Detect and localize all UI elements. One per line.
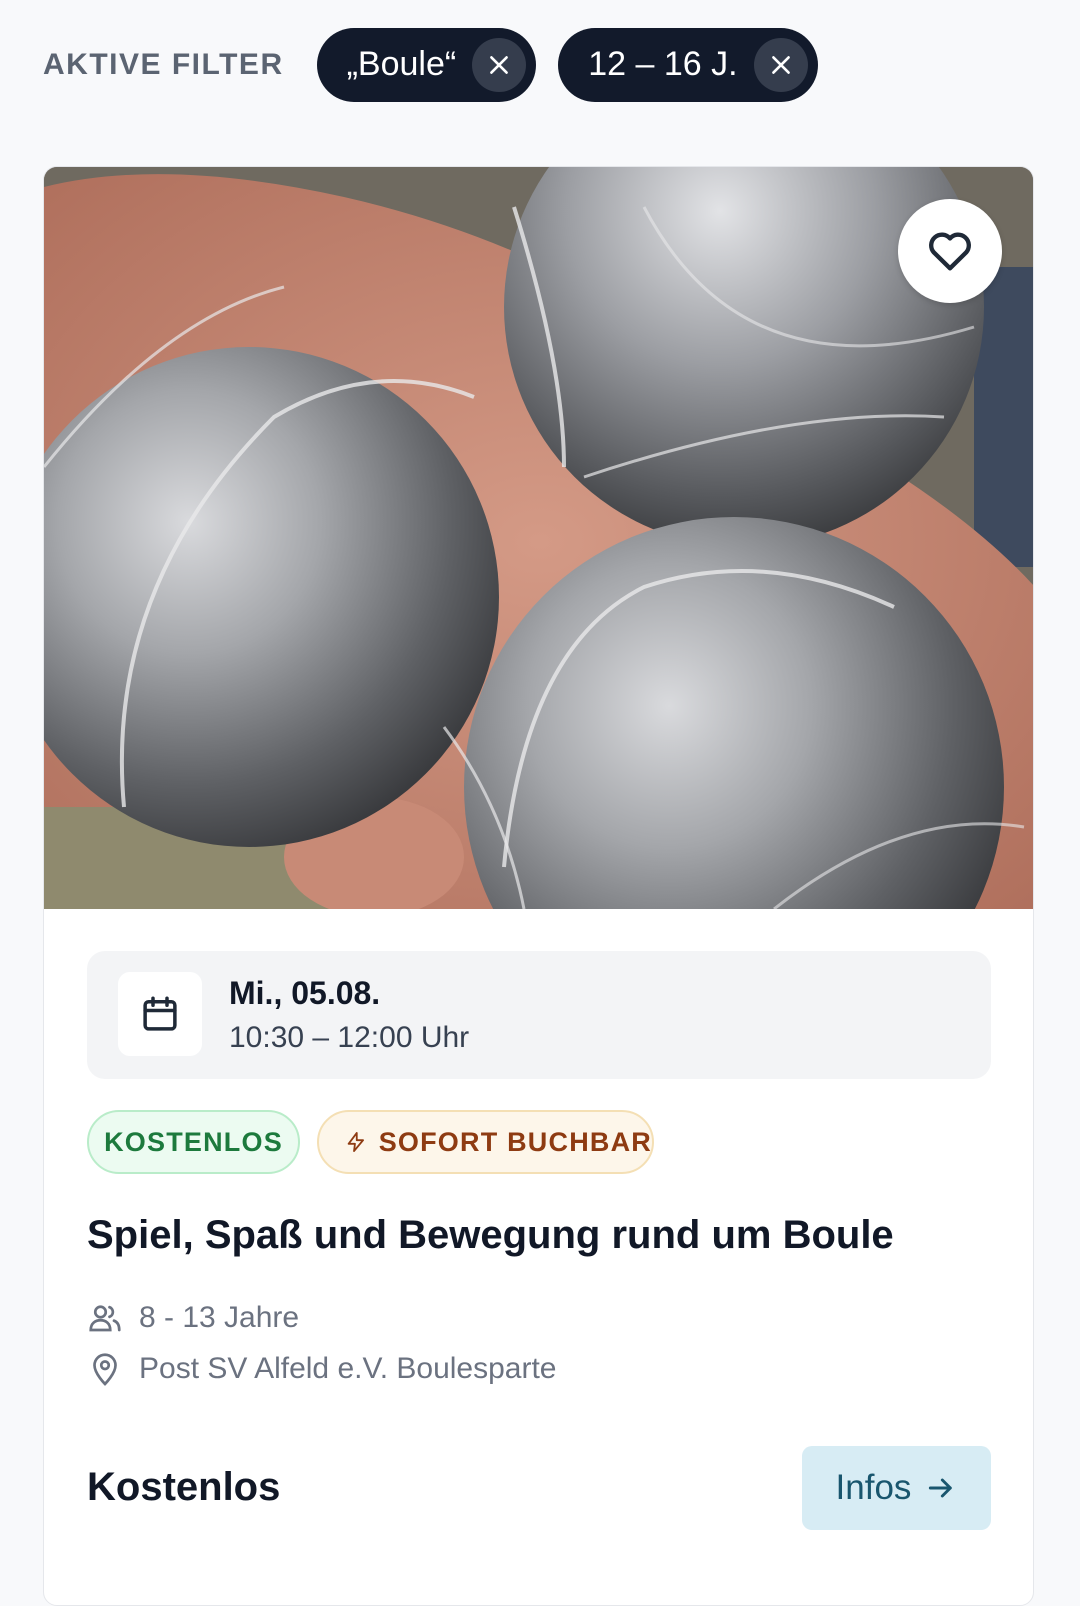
close-icon[interactable] — [472, 37, 527, 92]
event-location-row: Post SV Alfeld e.V. Boulesparte — [87, 1351, 557, 1387]
event-age-text: 8 - 13 Jahre — [139, 1301, 300, 1334]
active-filter-label: AKTIVE FILTER — [43, 47, 284, 81]
event-age-row: 8 - 13 Jahre — [87, 1300, 299, 1336]
infos-button[interactable]: Infos — [802, 1446, 991, 1530]
event-location-text: Post SV Alfeld e.V. Boulesparte — [139, 1352, 557, 1385]
heart-icon — [929, 232, 971, 271]
calendar-icon — [118, 972, 202, 1056]
free-badge-label: KOSTENLOS — [104, 1126, 283, 1157]
lightning-icon — [347, 1132, 364, 1152]
filter-chip-age[interactable]: 12 – 16 J. — [558, 27, 818, 102]
users-icon — [89, 1305, 121, 1332]
active-filter-bar: AKTIVE FILTER „Boule“ 12 – 16 J. — [0, 0, 1080, 132]
map-pin-icon — [93, 1353, 117, 1386]
event-day: Mi., 05.08. — [229, 975, 381, 1011]
event-title[interactable]: Spiel, Spaß und Bewegung rund um Boule — [87, 1213, 894, 1258]
close-icon[interactable] — [753, 37, 808, 92]
event-card[interactable]: Mi., 05.08. 10:30 – 12:00 Uhr KOSTENLOS … — [43, 166, 1034, 1606]
event-time: 10:30 – 12:00 Uhr — [229, 1021, 470, 1054]
event-price: Kostenlos — [87, 1465, 281, 1509]
filter-chip-boule[interactable]: „Boule“ — [316, 27, 537, 102]
arrow-right-icon — [929, 1478, 953, 1498]
instant-booking-label: SOFORT BUCHBAR — [378, 1126, 652, 1157]
filter-chip-label: 12 – 16 J. — [588, 45, 738, 83]
event-image — [44, 167, 1033, 909]
infos-button-label: Infos — [835, 1468, 912, 1507]
free-badge: KOSTENLOS — [87, 1110, 300, 1174]
favorite-button[interactable] — [898, 199, 1002, 303]
event-date-box: Mi., 05.08. 10:30 – 12:00 Uhr — [87, 951, 991, 1079]
instant-booking-badge: SOFORT BUCHBAR — [317, 1110, 654, 1174]
filter-chip-label: „Boule“ — [346, 45, 457, 83]
